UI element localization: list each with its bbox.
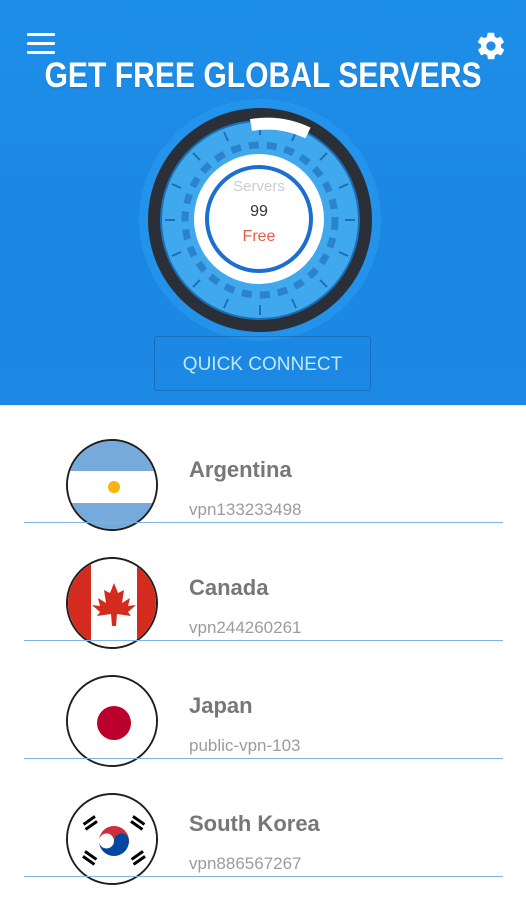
header: GET FREE GLOBAL SERVERS Servers 99 Free … (0, 0, 526, 405)
server-id: vpn244260261 (189, 618, 302, 637)
list-item[interactable]: Canada vpn244260261 (24, 523, 503, 649)
country-name: Argentina (189, 457, 292, 482)
server-id: vpn133233498 (189, 500, 302, 519)
servers-label: Servers (233, 178, 285, 195)
page-title: GET FREE GLOBAL SERVERS (44, 56, 482, 95)
list-item[interactable]: South Korea vpn886567267 (24, 759, 503, 885)
quick-connect-button[interactable]: QUICK CONNECT (154, 336, 371, 391)
canada-flag-icon (66, 557, 158, 649)
country-name: Japan (189, 693, 253, 718)
argentina-flag-icon (66, 439, 158, 531)
server-id: public-vpn-103 (189, 736, 301, 755)
japan-flag-icon (66, 675, 158, 767)
list-item[interactable]: Japan public-vpn-103 (24, 641, 503, 767)
divider (24, 876, 503, 877)
list-item[interactable]: Argentina vpn133233498 (24, 405, 503, 531)
servers-count: 99 (250, 203, 268, 220)
south-korea-flag-icon (66, 793, 158, 885)
hamburger-menu-icon[interactable] (27, 33, 55, 55)
free-status-label: Free (242, 228, 276, 245)
server-id: vpn886567267 (189, 854, 302, 873)
country-name: South Korea (189, 811, 320, 836)
country-name: Canada (189, 575, 269, 600)
server-list: Argentina vpn133233498 Canada vpn2442602… (0, 405, 526, 900)
